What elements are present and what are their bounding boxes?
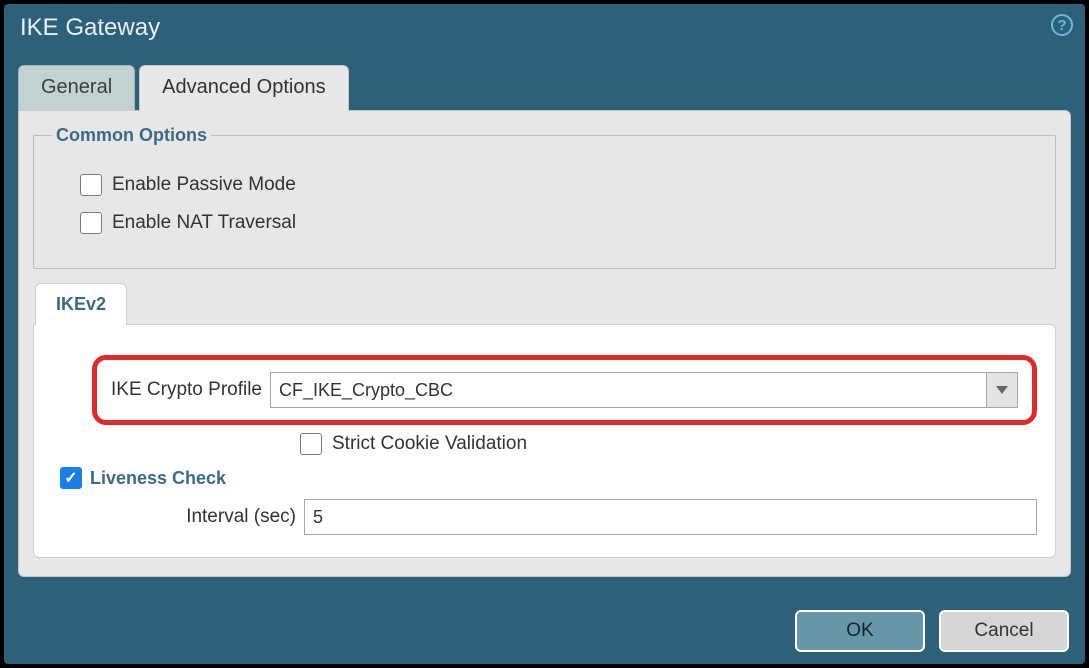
dialog-window: IKE Gateway ? General Advanced Options C… <box>4 4 1085 664</box>
strict-cookie-checkbox[interactable] <box>300 433 322 455</box>
liveness-check-row: ✓ Liveness Check <box>60 467 1037 489</box>
crypto-profile-select[interactable] <box>270 372 1018 408</box>
nat-traversal-row: Enable NAT Traversal <box>80 212 1037 234</box>
interval-input[interactable] <box>304 499 1037 535</box>
help-icon[interactable]: ? <box>1051 14 1073 36</box>
window-title: IKE Gateway <box>20 14 160 42</box>
ikev2-body: IKE Crypto Profile Strict Cookie Validat… <box>33 324 1056 558</box>
ikev2-subtab[interactable]: IKEv2 <box>35 283 127 325</box>
common-options-legend: Common Options <box>52 125 211 146</box>
titlebar: IKE Gateway ? <box>4 4 1085 52</box>
strict-cookie-row: Strict Cookie Validation <box>300 433 1037 455</box>
nat-traversal-checkbox[interactable] <box>80 212 102 234</box>
liveness-check-checkbox[interactable]: ✓ <box>60 467 82 489</box>
tab-advanced-options[interactable]: Advanced Options <box>139 65 348 111</box>
interval-row: Interval (sec) <box>136 499 1037 535</box>
passive-mode-label: Enable Passive Mode <box>112 174 296 196</box>
interval-label: Interval (sec) <box>136 506 296 528</box>
cancel-button[interactable]: Cancel <box>939 610 1069 652</box>
tab-bar: General Advanced Options <box>18 64 1071 110</box>
crypto-profile-label: IKE Crypto Profile <box>111 379 262 401</box>
dialog-footer: OK Cancel <box>795 610 1069 652</box>
liveness-check-label: Liveness Check <box>90 468 226 489</box>
passive-mode-checkbox[interactable] <box>80 174 102 196</box>
ok-button[interactable]: OK <box>795 610 925 652</box>
tab-general[interactable]: General <box>18 65 135 111</box>
ikev2-section: IKEv2 IKE Crypto Profile Strict <box>33 283 1056 558</box>
nat-traversal-label: Enable NAT Traversal <box>112 212 296 234</box>
crypto-profile-highlight: IKE Crypto Profile <box>92 355 1037 425</box>
common-options-group: Common Options Enable Passive Mode Enabl… <box>33 125 1056 269</box>
strict-cookie-label: Strict Cookie Validation <box>332 433 527 455</box>
crypto-profile-select-wrap <box>270 372 1018 408</box>
tabs-area: General Advanced Options Common Options … <box>4 64 1085 577</box>
advanced-panel: Common Options Enable Passive Mode Enabl… <box>18 110 1071 577</box>
passive-mode-row: Enable Passive Mode <box>80 174 1037 196</box>
chevron-down-icon[interactable] <box>986 372 1018 408</box>
